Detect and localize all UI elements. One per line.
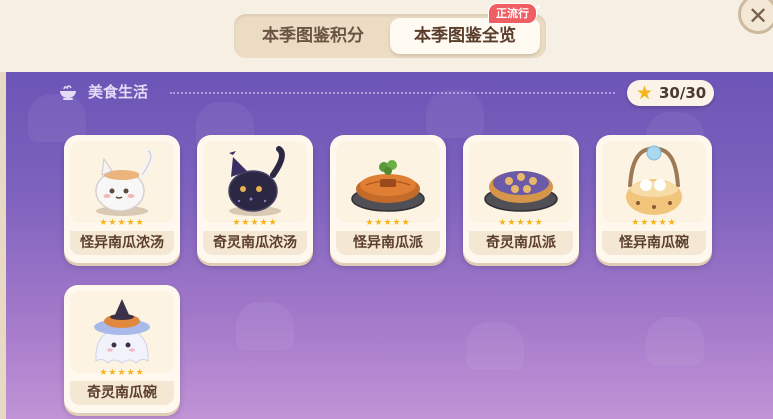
collection-card[interactable]: ★★★★★ 奇灵南瓜派 bbox=[463, 135, 579, 263]
item-image bbox=[336, 141, 440, 223]
collection-card[interactable]: ★★★★★ 奇灵南瓜浓汤 bbox=[197, 135, 313, 263]
collection-card[interactable]: ★★★★★ 怪异南瓜浓汤 bbox=[64, 135, 180, 263]
rating-stars: ★★★★★ bbox=[365, 218, 411, 228]
item-name: 怪异南瓜浓汤 bbox=[70, 231, 174, 255]
blueberry-pie-icon bbox=[484, 171, 558, 212]
item-image bbox=[469, 141, 573, 223]
collection-progress: ★ 30/30 bbox=[627, 80, 714, 106]
rating-stars: ★★★★★ bbox=[99, 218, 145, 228]
section-divider bbox=[170, 92, 615, 94]
item-name: 奇灵南瓜浓汤 bbox=[203, 231, 307, 255]
item-image bbox=[203, 141, 307, 223]
background-ghost-icon bbox=[236, 302, 294, 350]
black-cat-pot-icon bbox=[228, 146, 285, 216]
pumpkin-pie-icon bbox=[351, 160, 425, 212]
tab-season-score[interactable]: 本季图鉴积分 bbox=[240, 18, 386, 54]
item-name: 怪异南瓜派 bbox=[336, 231, 440, 255]
rating-stars: ★★★★★ bbox=[232, 218, 278, 228]
rating-stars: ★★★★★ bbox=[498, 218, 544, 228]
collection-card[interactable]: ★★★★★ 怪异南瓜派 bbox=[330, 135, 446, 263]
item-image bbox=[602, 141, 706, 223]
white-cat-pot-icon bbox=[95, 148, 154, 216]
sparkle-icon: ✦ bbox=[534, 3, 542, 13]
item-name: 怪异南瓜碗 bbox=[602, 231, 706, 255]
item-name: 奇灵南瓜碗 bbox=[70, 381, 174, 405]
background-ghost-icon bbox=[646, 317, 704, 365]
section-title: 美食生活 bbox=[88, 83, 149, 101]
background-ghost-icon bbox=[466, 322, 524, 370]
ghost-bowl-icon bbox=[94, 299, 150, 364]
item-image bbox=[70, 291, 174, 373]
collection-card[interactable]: ★★★★★ 奇灵南瓜碗 bbox=[64, 285, 180, 413]
rating-stars: ★★★★★ bbox=[631, 218, 677, 228]
star-icon: ★ bbox=[636, 82, 654, 104]
progress-count: 30/30 bbox=[659, 84, 707, 102]
bowl-icon bbox=[58, 83, 78, 101]
rating-stars: ★★★★★ bbox=[99, 368, 145, 378]
collection-card[interactable]: ★★★★★ 怪异南瓜碗 bbox=[596, 135, 712, 263]
item-name: 奇灵南瓜派 bbox=[469, 231, 573, 255]
background-ghost-icon bbox=[426, 90, 484, 138]
trending-badge: 正流行 ✦ bbox=[488, 3, 542, 24]
basket-bowl-icon bbox=[626, 145, 682, 215]
close-icon: ✕ bbox=[747, 2, 769, 30]
item-image bbox=[70, 141, 174, 223]
